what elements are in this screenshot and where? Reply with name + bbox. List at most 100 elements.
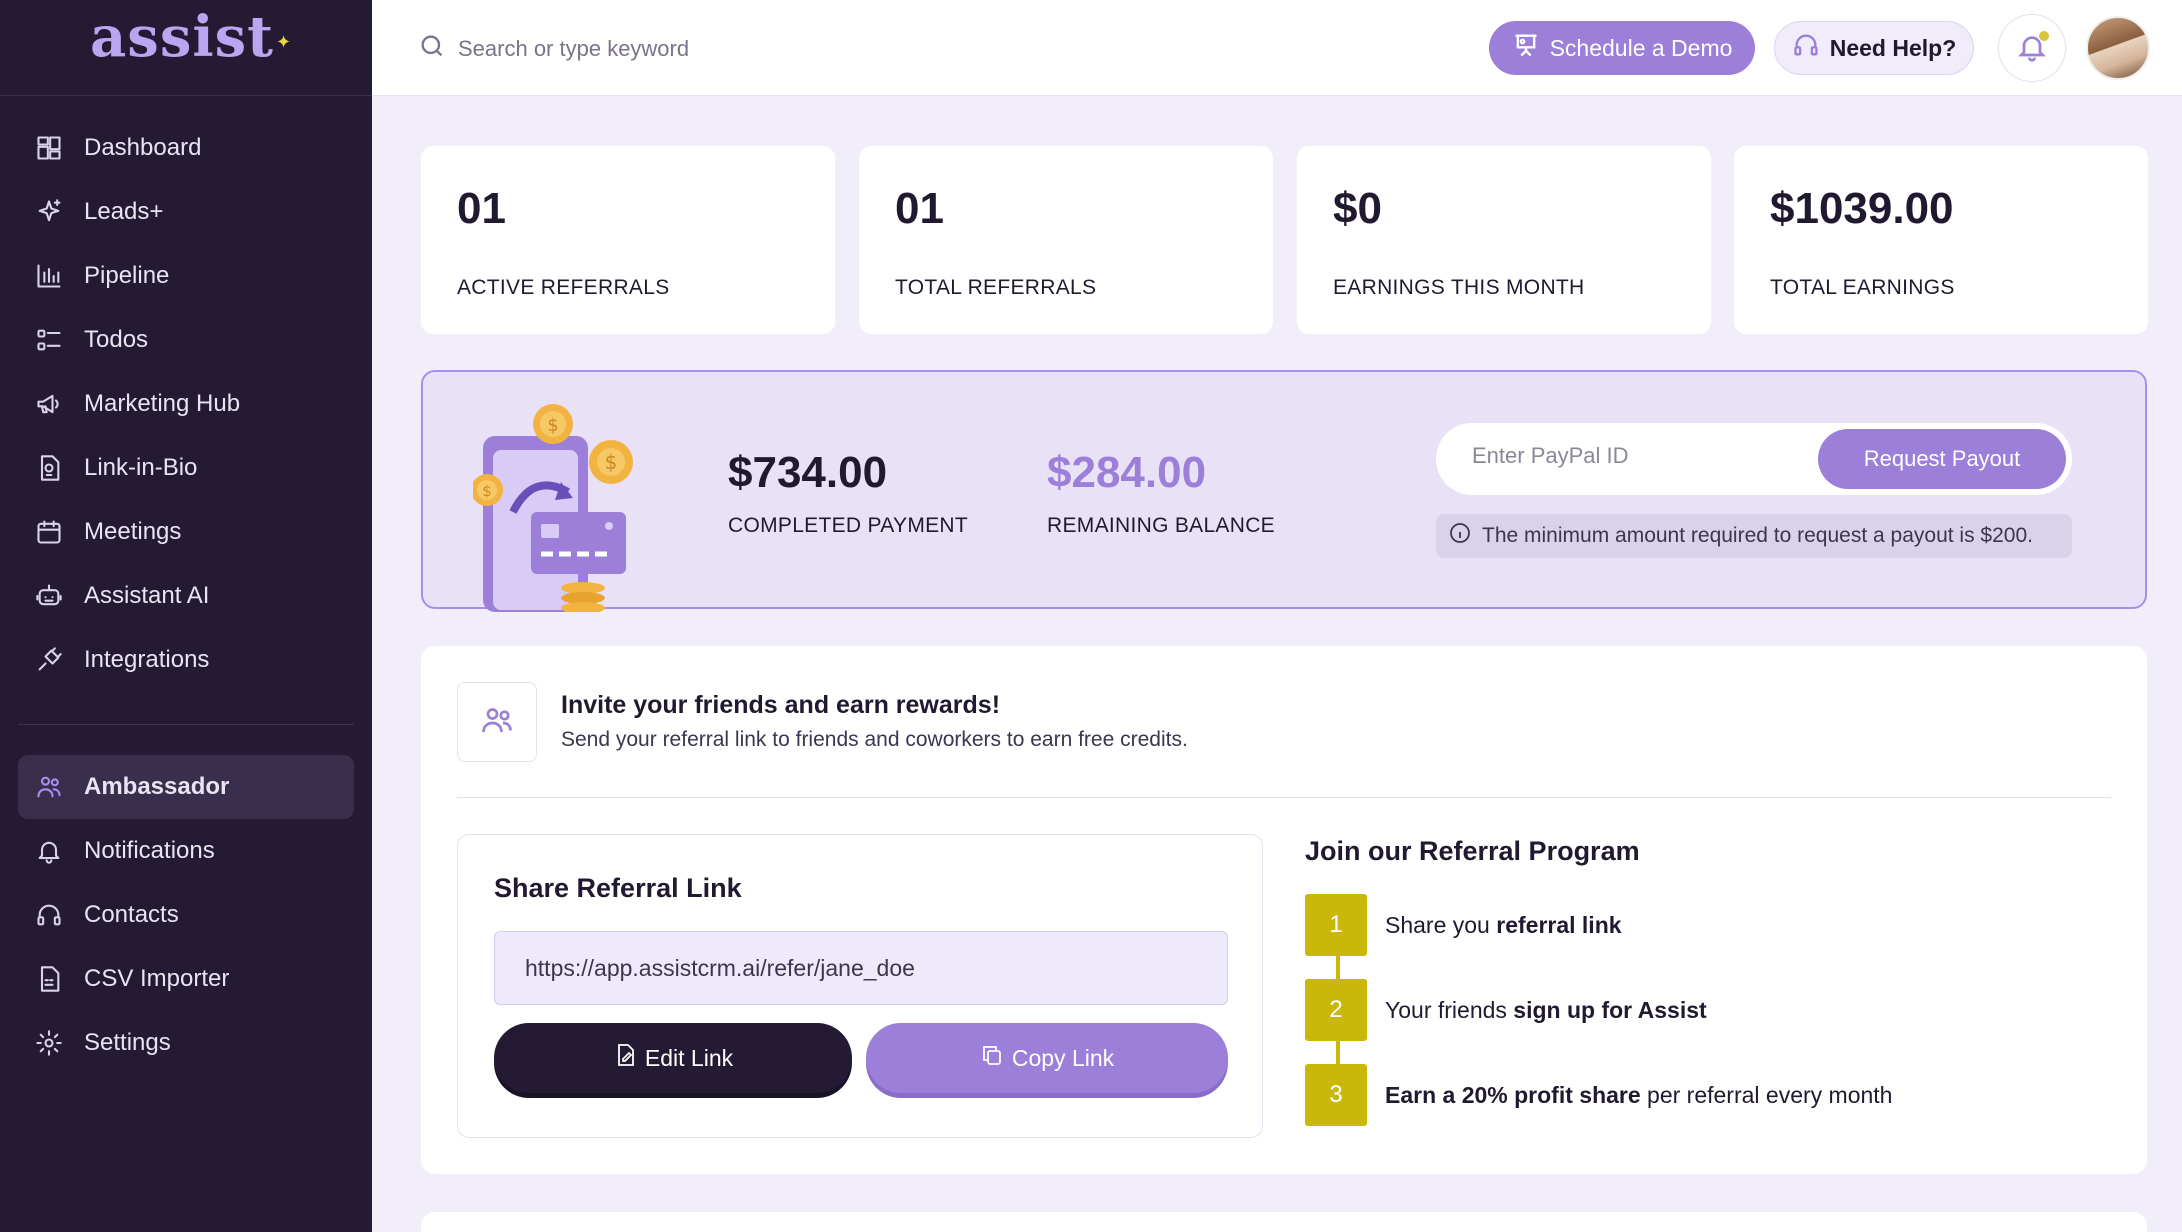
sidebar-nav: Dashboard Leads+ Pipeline Todos Marketin… xyxy=(0,96,372,692)
search-icon xyxy=(418,32,446,65)
sidebar-item-meetings[interactable]: Meetings xyxy=(0,500,372,564)
plug-icon xyxy=(34,645,64,675)
sidebar-item-label: Dashboard xyxy=(84,134,202,161)
sidebar-item-notifications[interactable]: Notifications xyxy=(0,819,372,883)
sidebar-item-label: Link-in-Bio xyxy=(84,454,198,481)
svg-text:$: $ xyxy=(605,450,618,474)
logo-star-icon: ✦ xyxy=(276,32,292,52)
sidebar-item-assistant-ai[interactable]: Assistant AI xyxy=(0,564,372,628)
stat-card-active-referrals: 01 ACTIVE REFERRALS xyxy=(421,146,835,334)
svg-text:$: $ xyxy=(482,482,492,500)
stat-value: 01 xyxy=(895,184,944,233)
step-text: Your friends sign up for Assist xyxy=(1385,996,1707,1023)
step-text: Share you referral link xyxy=(1385,911,1622,938)
sidebar-item-pipeline[interactable]: Pipeline xyxy=(0,244,372,308)
notifications-button[interactable] xyxy=(1998,14,2066,82)
logo-text: assist xyxy=(90,4,275,70)
stat-card-total-referrals: 01 TOTAL REFERRALS xyxy=(859,146,1273,334)
stat-label: ACTIVE REFERRALS xyxy=(457,276,670,299)
stat-value: 01 xyxy=(457,184,506,233)
stat-card-total-earnings: $1039.00 TOTAL EARNINGS xyxy=(1734,146,2148,334)
info-icon xyxy=(1448,521,1482,551)
sidebar-item-label: Assistant AI xyxy=(84,582,210,609)
invite-icon-box xyxy=(457,682,537,762)
svg-text:$: $ xyxy=(547,415,558,436)
need-help-button[interactable]: Need Help? xyxy=(1774,21,1974,75)
topbar: Schedule a Demo Need Help? xyxy=(372,0,2182,96)
referral-link-field[interactable]: https://app.assistcrm.ai/refer/jane_doe xyxy=(494,931,1228,1005)
remaining-balance-amount: $284.00 xyxy=(1047,448,1207,497)
stat-label: TOTAL EARNINGS xyxy=(1770,276,1955,299)
sidebar-item-label: Pipeline xyxy=(84,262,170,289)
sidebar-item-marketing-hub[interactable]: Marketing Hub xyxy=(0,372,372,436)
edit-icon xyxy=(613,1043,645,1073)
sidebar-item-label: Marketing Hub xyxy=(84,390,241,417)
search-bar xyxy=(418,32,878,65)
edit-link-label: Edit Link xyxy=(644,1044,734,1071)
sidebar-item-contacts[interactable]: Contacts xyxy=(0,883,372,947)
invite-title: Invite your friends and earn rewards! xyxy=(561,691,1001,719)
presentation-icon xyxy=(1512,31,1550,65)
sidebar: assist ✦ Dashboard Leads+ Pipeline Todos… xyxy=(0,0,372,1232)
step-number: 3 xyxy=(1305,1064,1367,1126)
headset-icon xyxy=(1792,31,1830,65)
headset-icon xyxy=(34,900,64,930)
stat-card-earnings-month: $0 EARNINGS THIS MONTH xyxy=(1297,146,1711,334)
divider xyxy=(457,797,2111,798)
sidebar-item-settings[interactable]: Settings xyxy=(0,1011,372,1075)
robot-icon xyxy=(34,581,64,611)
bar-chart-icon xyxy=(34,261,64,291)
program-step: 2 Your friends sign up for Assist xyxy=(1305,979,1707,1041)
program-step: 1 Share you referral link xyxy=(1305,894,1622,956)
dashboard-icon xyxy=(34,133,64,163)
sparkle-icon xyxy=(34,197,64,227)
stat-label: EARNINGS THIS MONTH xyxy=(1333,276,1585,299)
bell-icon xyxy=(34,836,64,866)
edit-link-button[interactable]: Edit Link xyxy=(494,1023,852,1093)
sidebar-item-dashboard[interactable]: Dashboard xyxy=(0,116,372,180)
logo[interactable]: assist ✦ xyxy=(0,0,372,96)
invite-subtitle: Send your referral link to friends and c… xyxy=(561,728,1188,751)
sidebar-item-todos[interactable]: Todos xyxy=(0,308,372,372)
sidebar-item-csv-importer[interactable]: CSV Importer xyxy=(0,947,372,1011)
schedule-demo-label: Schedule a Demo xyxy=(1549,34,1733,61)
paypal-form: Request Payout xyxy=(1436,423,2072,495)
sidebar-item-label: Todos xyxy=(84,326,149,353)
share-referral-box: Share Referral Link https://app.assistcr… xyxy=(457,834,1263,1138)
sidebar-item-label: Integrations xyxy=(84,646,210,673)
referral-panel: Invite your friends and earn rewards! Se… xyxy=(421,646,2147,1174)
sidebar-item-integrations[interactable]: Integrations xyxy=(0,628,372,692)
step-text: Earn a 20% profit share per referral eve… xyxy=(1385,1081,1893,1108)
avatar[interactable] xyxy=(2086,16,2150,80)
sidebar-item-label: Contacts xyxy=(84,901,179,928)
payout-illustration: $ $ $ xyxy=(473,404,633,612)
step-number: 1 xyxy=(1305,894,1367,956)
copy-icon xyxy=(980,1043,1012,1073)
step-number: 2 xyxy=(1305,979,1367,1041)
stat-value: $1039.00 xyxy=(1770,184,1954,233)
paypal-id-input[interactable] xyxy=(1472,443,1802,469)
megaphone-icon xyxy=(34,389,64,419)
search-input[interactable] xyxy=(458,35,878,62)
sidebar-item-link-in-bio[interactable]: Link-in-Bio xyxy=(0,436,372,500)
sidebar-divider xyxy=(18,724,354,725)
stat-label: TOTAL REFERRALS xyxy=(895,276,1097,299)
link-doc-icon xyxy=(34,453,64,483)
csv-file-icon xyxy=(34,964,64,994)
join-program-title: Join our Referral Program xyxy=(1305,836,1640,866)
sidebar-item-label: Meetings xyxy=(84,518,182,545)
notification-dot xyxy=(2039,31,2049,41)
payout-panel: $ $ $ $734.00 COMPLETED PAYMENT $284.00 … xyxy=(421,370,2147,612)
sidebar-item-leads[interactable]: Leads+ xyxy=(0,180,372,244)
schedule-demo-button[interactable]: Schedule a Demo xyxy=(1489,21,1755,75)
users-icon xyxy=(479,702,515,743)
copy-link-button[interactable]: Copy Link xyxy=(866,1023,1228,1093)
sidebar-item-label: Ambassador xyxy=(84,773,230,800)
share-referral-title: Share Referral Link xyxy=(494,873,742,903)
sidebar-item-ambassador[interactable]: Ambassador xyxy=(18,755,354,819)
copy-link-label: Copy Link xyxy=(1011,1044,1115,1071)
request-payout-button[interactable]: Request Payout xyxy=(1818,429,2066,489)
calendar-icon xyxy=(34,517,64,547)
next-section-card xyxy=(421,1212,2147,1232)
checklist-icon xyxy=(34,325,64,355)
